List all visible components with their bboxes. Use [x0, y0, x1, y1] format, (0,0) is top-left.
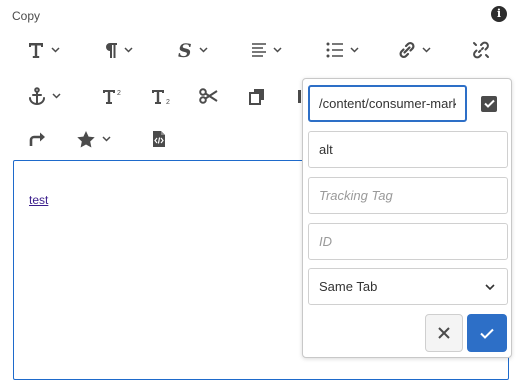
paragraph-button[interactable]: [104, 38, 133, 62]
superscript-icon: 2: [103, 90, 121, 104]
source-edit-button[interactable]: [151, 127, 167, 151]
subscript-icon: 2: [152, 90, 170, 105]
chevron-down-icon: [52, 93, 61, 99]
format-icon: [29, 43, 43, 58]
source-edit-icon: [153, 131, 165, 147]
styles-icon: S: [178, 40, 192, 60]
checkmark-icon: [480, 328, 494, 339]
tracking-tag-input[interactable]: [308, 177, 508, 214]
svg-text:2: 2: [166, 99, 170, 105]
unlink-icon: [473, 41, 489, 59]
alt-text-input[interactable]: [308, 131, 508, 168]
paste-button[interactable]: [248, 84, 266, 108]
chevron-down-icon: [102, 136, 111, 142]
field-label: Copy: [12, 9, 41, 23]
subscript-button[interactable]: 2: [151, 84, 173, 108]
redo-icon: [29, 132, 45, 146]
chevron-down-icon: [199, 47, 208, 53]
apply-button[interactable]: [467, 314, 507, 352]
list-icon: [326, 42, 343, 58]
anchor-icon: [29, 87, 45, 105]
chevron-down-icon: [51, 47, 60, 53]
path-browse-toggle[interactable]: [474, 85, 504, 122]
justify-button[interactable]: [251, 38, 282, 62]
special-chars-button[interactable]: [76, 127, 111, 151]
target-select[interactable]: Same Tab: [308, 268, 508, 305]
svg-text:2: 2: [117, 90, 121, 97]
chevron-down-icon: [350, 47, 359, 53]
chevron-down-icon: [124, 47, 133, 53]
svg-text:S: S: [178, 40, 192, 60]
list-button[interactable]: [326, 38, 359, 62]
link-button[interactable]: [398, 38, 431, 62]
redo-button[interactable]: [28, 127, 46, 151]
check-icon: [481, 95, 497, 112]
link-dialog: Same Tab: [302, 78, 512, 358]
superscript-button[interactable]: 2: [102, 84, 124, 108]
path-input[interactable]: [308, 85, 467, 122]
editor-link-text[interactable]: test: [29, 193, 48, 207]
id-input[interactable]: [308, 223, 508, 260]
anchor-button[interactable]: [28, 84, 61, 108]
chevron-down-icon: [422, 47, 431, 53]
cut-button[interactable]: [199, 84, 219, 108]
styles-button[interactable]: S: [177, 38, 208, 62]
justify-icon: [252, 43, 266, 57]
cut-icon: [199, 88, 218, 104]
unlink-button[interactable]: [472, 38, 490, 62]
star-icon: [77, 130, 95, 147]
info-icon[interactable]: i: [491, 6, 507, 22]
chevron-down-icon: [273, 47, 282, 53]
paragraph-icon: [106, 43, 117, 58]
format-button[interactable]: [27, 38, 60, 62]
target-select-value: Same Tab: [319, 279, 378, 294]
chevron-down-icon: [485, 283, 495, 290]
close-icon: [438, 327, 450, 339]
cancel-button[interactable]: [425, 314, 463, 352]
paste-icon: [249, 89, 264, 105]
link-icon: [399, 41, 415, 59]
